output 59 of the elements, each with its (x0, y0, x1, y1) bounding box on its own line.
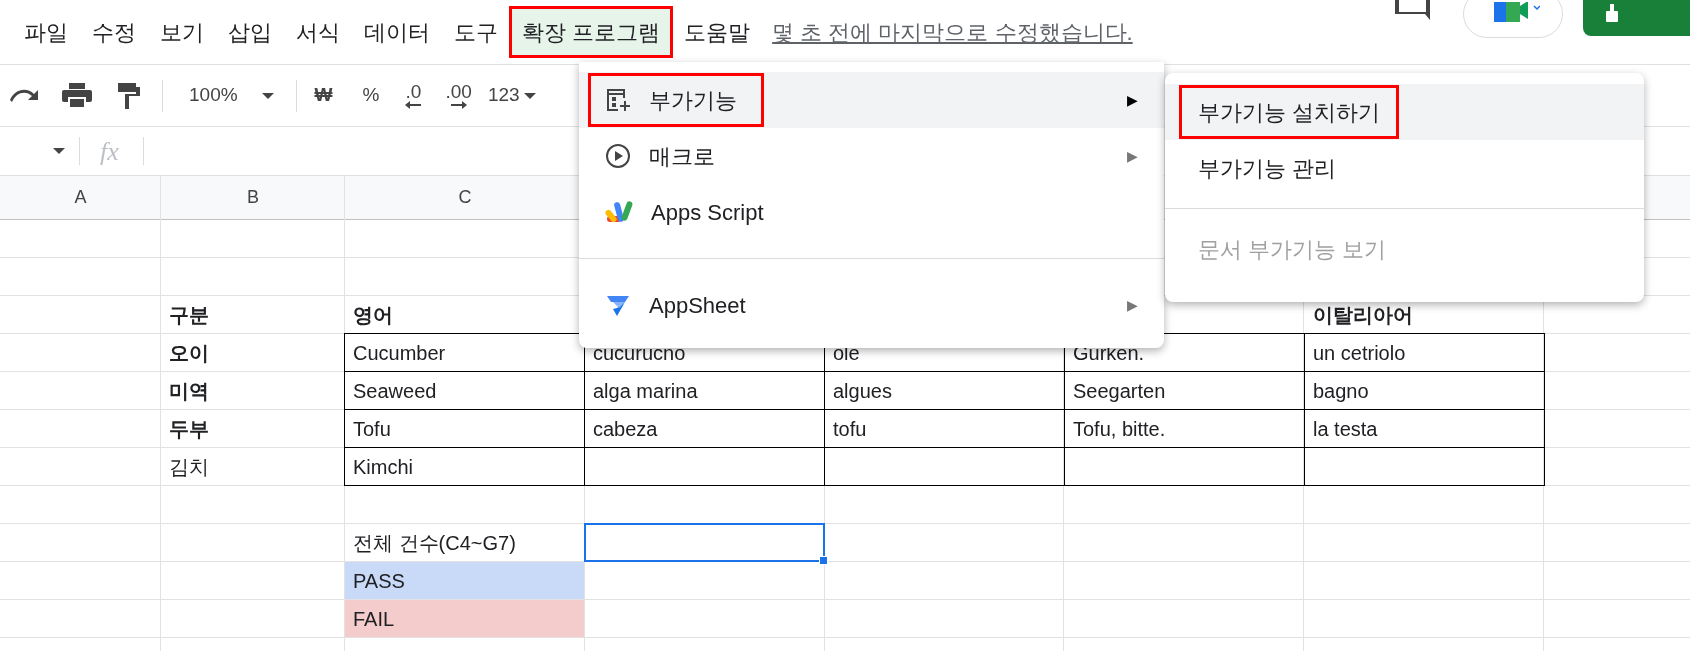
menu-item[interactable]: 확장 프로그램 (510, 7, 673, 57)
menu-label: AppSheet (649, 291, 746, 320)
caret-icon[interactable] (523, 92, 536, 99)
menu-label: Apps Script (651, 198, 764, 227)
decrease-decimal-button[interactable]: .0 (405, 82, 422, 109)
paint-format-icon[interactable] (118, 82, 140, 109)
table-cell: PASS (345, 562, 584, 599)
column-header[interactable]: A (74, 184, 87, 211)
right-arrow-icon[interactable] (450, 101, 467, 109)
menu-item[interactable]: 부가기능 관리 (1180, 142, 1355, 194)
add-table-icon[interactable] (605, 87, 631, 113)
table-cell-text: 전체 건수(C4~G7) (352, 531, 517, 556)
table-cell: Kimchi (344, 447, 585, 486)
number-format-dropdown[interactable]: 123 (487, 81, 536, 110)
caret-icon[interactable] (53, 148, 65, 154)
menu-item[interactable]: 도구 (442, 7, 510, 57)
table-cell-text: 미역 (168, 379, 210, 404)
menu-item[interactable]: 서식 (284, 7, 352, 57)
selected-cell[interactable] (584, 523, 825, 562)
submenu-arrow: ▶ (1127, 90, 1138, 110)
play-icon[interactable] (605, 143, 631, 169)
caret-icon[interactable] (261, 92, 274, 99)
menu-item[interactable]: 삽입 (216, 7, 284, 57)
column-header[interactable]: C (458, 184, 472, 211)
currency-button[interactable]: ₩ (314, 81, 333, 110)
highlight-box: 부가기능 설치하기 (1180, 86, 1399, 138)
increase-decimal-button[interactable]: .00 (445, 82, 472, 109)
table-cell-text: 구분 (168, 303, 210, 328)
submenu-arrow: ▶ (1127, 146, 1138, 166)
table-cell: un cetriolo (1304, 333, 1545, 372)
meet-button[interactable] (1463, 0, 1563, 38)
percent-button[interactable]: % (362, 81, 380, 110)
menu-item[interactable]: 수정 (80, 7, 148, 57)
menu-label: 부가기능 (649, 86, 737, 115)
lock-icon[interactable] (1605, 4, 1619, 22)
table-cell-text: 이탈리아어 (1312, 303, 1414, 328)
apps-script-icon[interactable] (605, 199, 633, 225)
table-cell-text: 영어 (352, 303, 394, 328)
last-edit-link[interactable]: 몇 초 전에 마지막으로 수정했습니다. (772, 15, 1133, 49)
redo-icon[interactable] (10, 87, 38, 104)
menu-item[interactable]: 파일 (12, 7, 80, 57)
menu-item[interactable]: 보기 (148, 7, 216, 57)
zoom-dropdown[interactable]: 100% (189, 81, 274, 110)
menu-item[interactable]: 부가기능 ▶ (579, 72, 1164, 128)
table-cell-text: 두부 (168, 417, 210, 442)
column-header[interactable]: B (247, 184, 259, 211)
menu-item[interactable]: 도움말 (672, 7, 763, 57)
menu-item: 문서 부가기능 보기 (1197, 235, 1388, 264)
table-cell-text: 오이 (168, 341, 210, 366)
menu-item[interactable]: 데이터 (352, 7, 442, 57)
table-cell: FAIL (345, 600, 584, 637)
table-cell-text: 김치 (168, 455, 210, 480)
menu-item[interactable]: 부가기능 설치하기 (1165, 84, 1644, 140)
left-arrow-icon[interactable] (405, 101, 422, 109)
submenu-arrow: ▶ (1127, 295, 1138, 315)
fx-label: fx (100, 135, 119, 168)
print-icon[interactable] (62, 82, 92, 109)
comment-icon[interactable] (1392, 0, 1432, 22)
menu-label: 매크로 (649, 142, 715, 171)
